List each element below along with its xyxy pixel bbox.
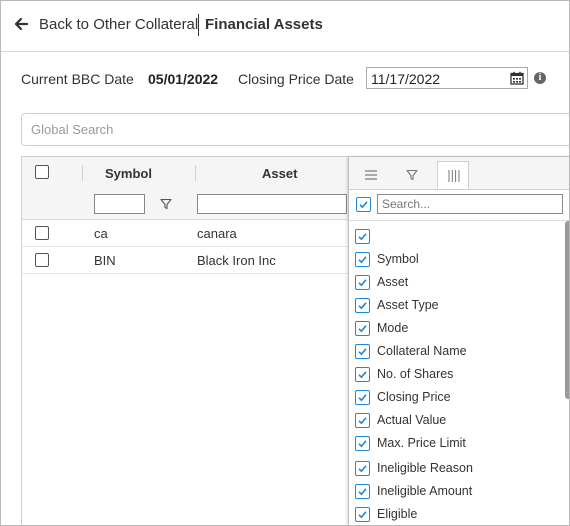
column-checkbox[interactable] — [355, 275, 370, 290]
column-checkbox[interactable] — [355, 461, 370, 476]
page-header: Back to Other Collateral Financial Asset… — [1, 1, 569, 52]
global-search-input[interactable]: Global Search — [21, 113, 569, 146]
check-icon — [358, 233, 367, 241]
column-checkbox[interactable] — [355, 229, 370, 244]
select-all-checkbox[interactable] — [35, 165, 49, 179]
check-icon — [358, 417, 367, 425]
column-search-row: Search... — [349, 190, 569, 221]
tab-filter[interactable] — [396, 161, 428, 189]
column-checkbox[interactable] — [355, 367, 370, 382]
check-icon — [358, 302, 367, 310]
check-icon — [358, 348, 367, 356]
column-search-placeholder: Search... — [382, 197, 431, 211]
check-icon — [358, 440, 367, 448]
cell-symbol: ca — [94, 226, 108, 241]
check-icon — [358, 256, 367, 264]
select-all-columns-checkbox[interactable] — [356, 197, 371, 212]
page-title: Financial Assets — [205, 16, 323, 33]
column-checkbox[interactable] — [355, 436, 370, 451]
column-header-asset[interactable]: Asset — [262, 166, 297, 181]
asset-filter-input[interactable] — [197, 194, 347, 214]
closing-price-date-input[interactable]: 11/17/2022 — [366, 67, 528, 89]
column-menu-panel: Search... Symbol Asset Asset Type Mode C… — [348, 156, 569, 525]
column-menu-scrollbar[interactable] — [565, 221, 569, 399]
column-checkbox[interactable] — [355, 298, 370, 313]
arrow-left-icon[interactable] — [14, 17, 28, 31]
column-checkbox[interactable] — [355, 252, 370, 267]
symbol-filter-input[interactable] — [94, 194, 145, 214]
check-icon — [358, 325, 367, 333]
row-checkbox[interactable] — [35, 253, 49, 267]
current-bbc-date-label: Current BBC Date — [21, 71, 134, 87]
check-icon — [358, 279, 367, 287]
check-icon — [358, 394, 367, 402]
funnel-icon — [406, 169, 418, 181]
check-icon — [358, 371, 367, 379]
column-item-label: Symbol — [377, 252, 419, 266]
current-bbc-date-value: 05/01/2022 — [148, 71, 219, 87]
column-item-label: No. of Shares — [377, 367, 454, 381]
column-item-label: Ineligible Amount — [377, 484, 473, 498]
cell-asset: Black Iron Inc — [197, 253, 276, 268]
column-checkbox[interactable] — [355, 507, 370, 522]
column-item-label: Actual Value — [377, 413, 447, 427]
column-item-label: Ineligible Reason — [377, 461, 473, 475]
column-checkbox[interactable] — [355, 321, 370, 336]
cell-symbol: BIN — [94, 253, 116, 268]
tab-general[interactable] — [355, 161, 387, 189]
back-link[interactable]: Back to Other Collateral — [39, 16, 198, 33]
columns-icon — [448, 170, 460, 182]
menu-lines-icon — [365, 170, 377, 180]
column-checkbox[interactable] — [355, 413, 370, 428]
closing-price-date-value: 11/17/2022 — [371, 71, 441, 87]
column-header-symbol[interactable]: Symbol — [105, 166, 152, 181]
check-icon — [358, 511, 367, 519]
column-search-input[interactable]: Search... — [377, 194, 563, 214]
column-checkbox[interactable] — [355, 484, 370, 499]
column-item-label: Collateral Name — [377, 344, 467, 358]
column-item-label: Asset Type — [377, 298, 439, 312]
calendar-icon[interactable] — [510, 71, 524, 85]
column-item-label: Max. Price Limit — [377, 436, 466, 450]
info-icon[interactable]: i — [534, 72, 546, 84]
column-item-label: Eligible — [377, 507, 418, 521]
tab-columns[interactable] — [437, 161, 469, 189]
funnel-icon[interactable] — [160, 198, 172, 210]
column-menu-tabs — [349, 157, 569, 190]
column-item-label: Mode — [377, 321, 409, 335]
check-icon — [358, 488, 367, 496]
check-icon — [359, 201, 368, 209]
cell-asset: canara — [197, 226, 237, 241]
header-divider — [198, 14, 199, 36]
row-checkbox[interactable] — [35, 226, 49, 240]
page-frame: Back to Other Collateral Financial Asset… — [0, 0, 570, 526]
column-item-label: Asset — [377, 275, 409, 289]
global-search-placeholder: Global Search — [31, 122, 114, 137]
column-checkbox[interactable] — [355, 344, 370, 359]
closing-price-date-label: Closing Price Date — [238, 71, 354, 87]
column-divider — [195, 165, 196, 181]
check-icon — [358, 465, 367, 473]
column-divider — [82, 165, 83, 181]
column-checkbox[interactable] — [355, 390, 370, 405]
column-item-label: Closing Price — [377, 390, 451, 404]
